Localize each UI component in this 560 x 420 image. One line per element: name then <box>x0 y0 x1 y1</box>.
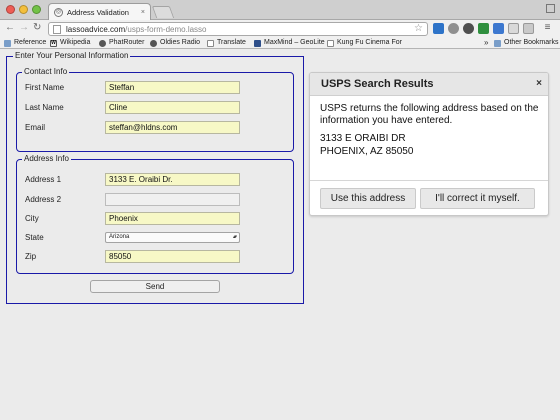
reload-icon[interactable]: ↻ <box>33 22 41 34</box>
bookmark-star-icon[interactable]: ☆ <box>414 24 423 34</box>
contact-info-fieldset: Contact Info First Name Steffan Last Nam… <box>16 67 294 152</box>
more-bookmarks-chevron-icon[interactable]: » <box>484 38 488 48</box>
city-label: City <box>25 214 39 223</box>
page-icon <box>207 39 214 47</box>
extension-icon[interactable] <box>508 23 519 34</box>
address-1-row: Address 1 3133 E. Oraibi Dr. <box>23 173 289 186</box>
suggested-address-line-1: 3133 E ORAIBI DR <box>320 133 406 144</box>
bookmark-translate[interactable]: Translate <box>207 38 246 48</box>
first-name-label: First Name <box>25 83 65 92</box>
city-row: City Phoenix <box>23 212 289 225</box>
send-button[interactable]: Send <box>90 280 220 293</box>
bookmark-label: Reference <box>14 39 47 46</box>
results-header: USPS Search Results × <box>310 73 548 96</box>
state-selected-value: Arizona <box>109 234 130 240</box>
select-arrows-icon: ▴▾ <box>232 234 237 240</box>
personal-info-legend: Enter Your Personal Information <box>13 51 131 61</box>
extension-icon[interactable] <box>463 23 474 34</box>
state-select[interactable]: Arizona ▴▾ <box>105 232 240 243</box>
bookmark-wikipedia[interactable]: W Wikipedia <box>50 38 90 48</box>
email-row: Email steffan@hldns.com <box>23 121 289 134</box>
restore-icon[interactable] <box>546 4 555 13</box>
bookmark-kung-fu-cinema[interactable]: Kung Fu Cinema For <box>327 38 402 48</box>
results-title: USPS Search Results <box>321 78 434 90</box>
zip-row: Zip 85050 <box>23 250 289 263</box>
browser-toolbar: ← → ↻ lassoadvice.com/usps-form-demo.las… <box>0 20 560 37</box>
bookmark-reference[interactable]: Reference <box>4 38 46 48</box>
state-label: State <box>25 233 44 242</box>
bookmark-label: Other Bookmarks <box>504 39 559 46</box>
tab-close-icon[interactable]: × <box>141 9 145 16</box>
url-path: /usps-form-demo.lasso <box>125 24 207 34</box>
page-icon <box>53 24 61 34</box>
tab-title: Address Validation <box>67 7 129 17</box>
tab-strip: ◎ Address Validation × <box>0 0 560 20</box>
extension-icon[interactable] <box>448 23 459 34</box>
suggested-address: 3133 E ORAIBI DR PHOENIX, AZ 85050 <box>320 132 413 158</box>
address-2-field[interactable] <box>105 193 240 206</box>
city-field[interactable]: Phoenix <box>105 212 240 225</box>
address-bar[interactable]: lassoadvice.com/usps-form-demo.lasso ☆ <box>48 22 428 36</box>
zip-label: Zip <box>25 252 37 261</box>
bookmark-label: PhatRouter <box>109 39 145 46</box>
results-footer: Use this address I'll correct it myself. <box>310 180 548 215</box>
bookmark-label: Translate <box>217 39 246 46</box>
url-text[interactable]: lassoadvice.com/usps-form-demo.lasso <box>66 25 414 34</box>
usps-results-dialog: USPS Search Results × USPS returns the f… <box>309 72 549 216</box>
globe-icon: ◎ <box>54 7 63 17</box>
wikipedia-icon: W <box>50 39 57 47</box>
first-name-field[interactable]: Steffan <box>105 81 240 94</box>
maxmind-icon <box>254 39 261 47</box>
bookmark-phatrouter[interactable]: PhatRouter <box>99 38 144 48</box>
state-row: State Arizona ▴▾ <box>23 231 289 244</box>
email-field[interactable]: steffan@hldns.com <box>105 121 240 134</box>
bookmarks-bar: Reference W Wikipedia PhatRouter Oldies R… <box>0 37 560 49</box>
last-name-label: Last Name <box>25 103 64 112</box>
bookmark-label: Kung Fu Cinema For <box>337 39 402 46</box>
page-icon <box>327 39 334 47</box>
close-icon[interactable]: × <box>536 78 542 90</box>
extension-icon[interactable] <box>523 23 534 34</box>
window-minimize-button[interactable] <box>19 5 28 14</box>
bookmark-oldies-radio[interactable]: Oldies Radio <box>150 38 200 48</box>
window-close-button[interactable] <box>6 5 15 14</box>
results-message: USPS returns the following address based… <box>320 103 539 126</box>
address-info-legend: Address Info <box>22 154 71 164</box>
new-tab-button[interactable] <box>151 6 175 18</box>
personal-info-fieldset: Enter Your Personal Information Contact … <box>6 51 304 304</box>
correct-it-myself-button[interactable]: I'll correct it myself. <box>420 188 535 209</box>
use-this-address-button[interactable]: Use this address <box>320 188 416 209</box>
router-icon <box>99 39 106 47</box>
contact-info-legend: Contact Info <box>22 67 70 77</box>
suggested-address-line-2: PHOENIX, AZ 85050 <box>320 146 414 157</box>
wrench-menu-icon[interactable]: ≡ <box>542 23 553 33</box>
folder-icon <box>494 39 501 47</box>
extension-icon[interactable] <box>478 23 489 34</box>
last-name-row: Last Name Cline <box>23 101 289 114</box>
bookmark-label: Oldies Radio <box>160 39 201 46</box>
zip-field[interactable]: 85050 <box>105 250 240 263</box>
radio-icon <box>150 39 157 47</box>
address-1-label: Address 1 <box>25 175 62 184</box>
back-arrow-icon[interactable]: ← <box>5 22 15 34</box>
address-2-row: Address 2 <box>23 193 289 206</box>
window-maximize-button[interactable] <box>32 5 41 14</box>
forward-arrow-icon[interactable]: → <box>19 22 29 34</box>
email-label: Email <box>25 123 46 132</box>
folder-icon <box>4 39 11 47</box>
bookmark-label: MaxMind – GeoLite <box>264 39 325 46</box>
bookmark-other-bookmarks[interactable]: Other Bookmarks <box>494 38 558 48</box>
first-name-row: First Name Steffan <box>23 81 289 94</box>
bookmark-maxmind[interactable]: MaxMind – GeoLite <box>254 38 325 48</box>
bookmark-label: Wikipedia <box>60 39 91 46</box>
download-extension-icon[interactable] <box>433 23 444 34</box>
address-info-fieldset: Address Info Address 1 3133 E. Oraibi Dr… <box>16 154 294 274</box>
extension-icon[interactable] <box>493 23 504 34</box>
last-name-field[interactable]: Cline <box>105 101 240 114</box>
address-2-label: Address 2 <box>25 195 62 204</box>
url-host: lassoadvice.com <box>66 24 126 34</box>
address-1-field[interactable]: 3133 E. Oraibi Dr. <box>105 173 240 186</box>
tab-address-validation[interactable]: ◎ Address Validation × <box>48 3 151 20</box>
